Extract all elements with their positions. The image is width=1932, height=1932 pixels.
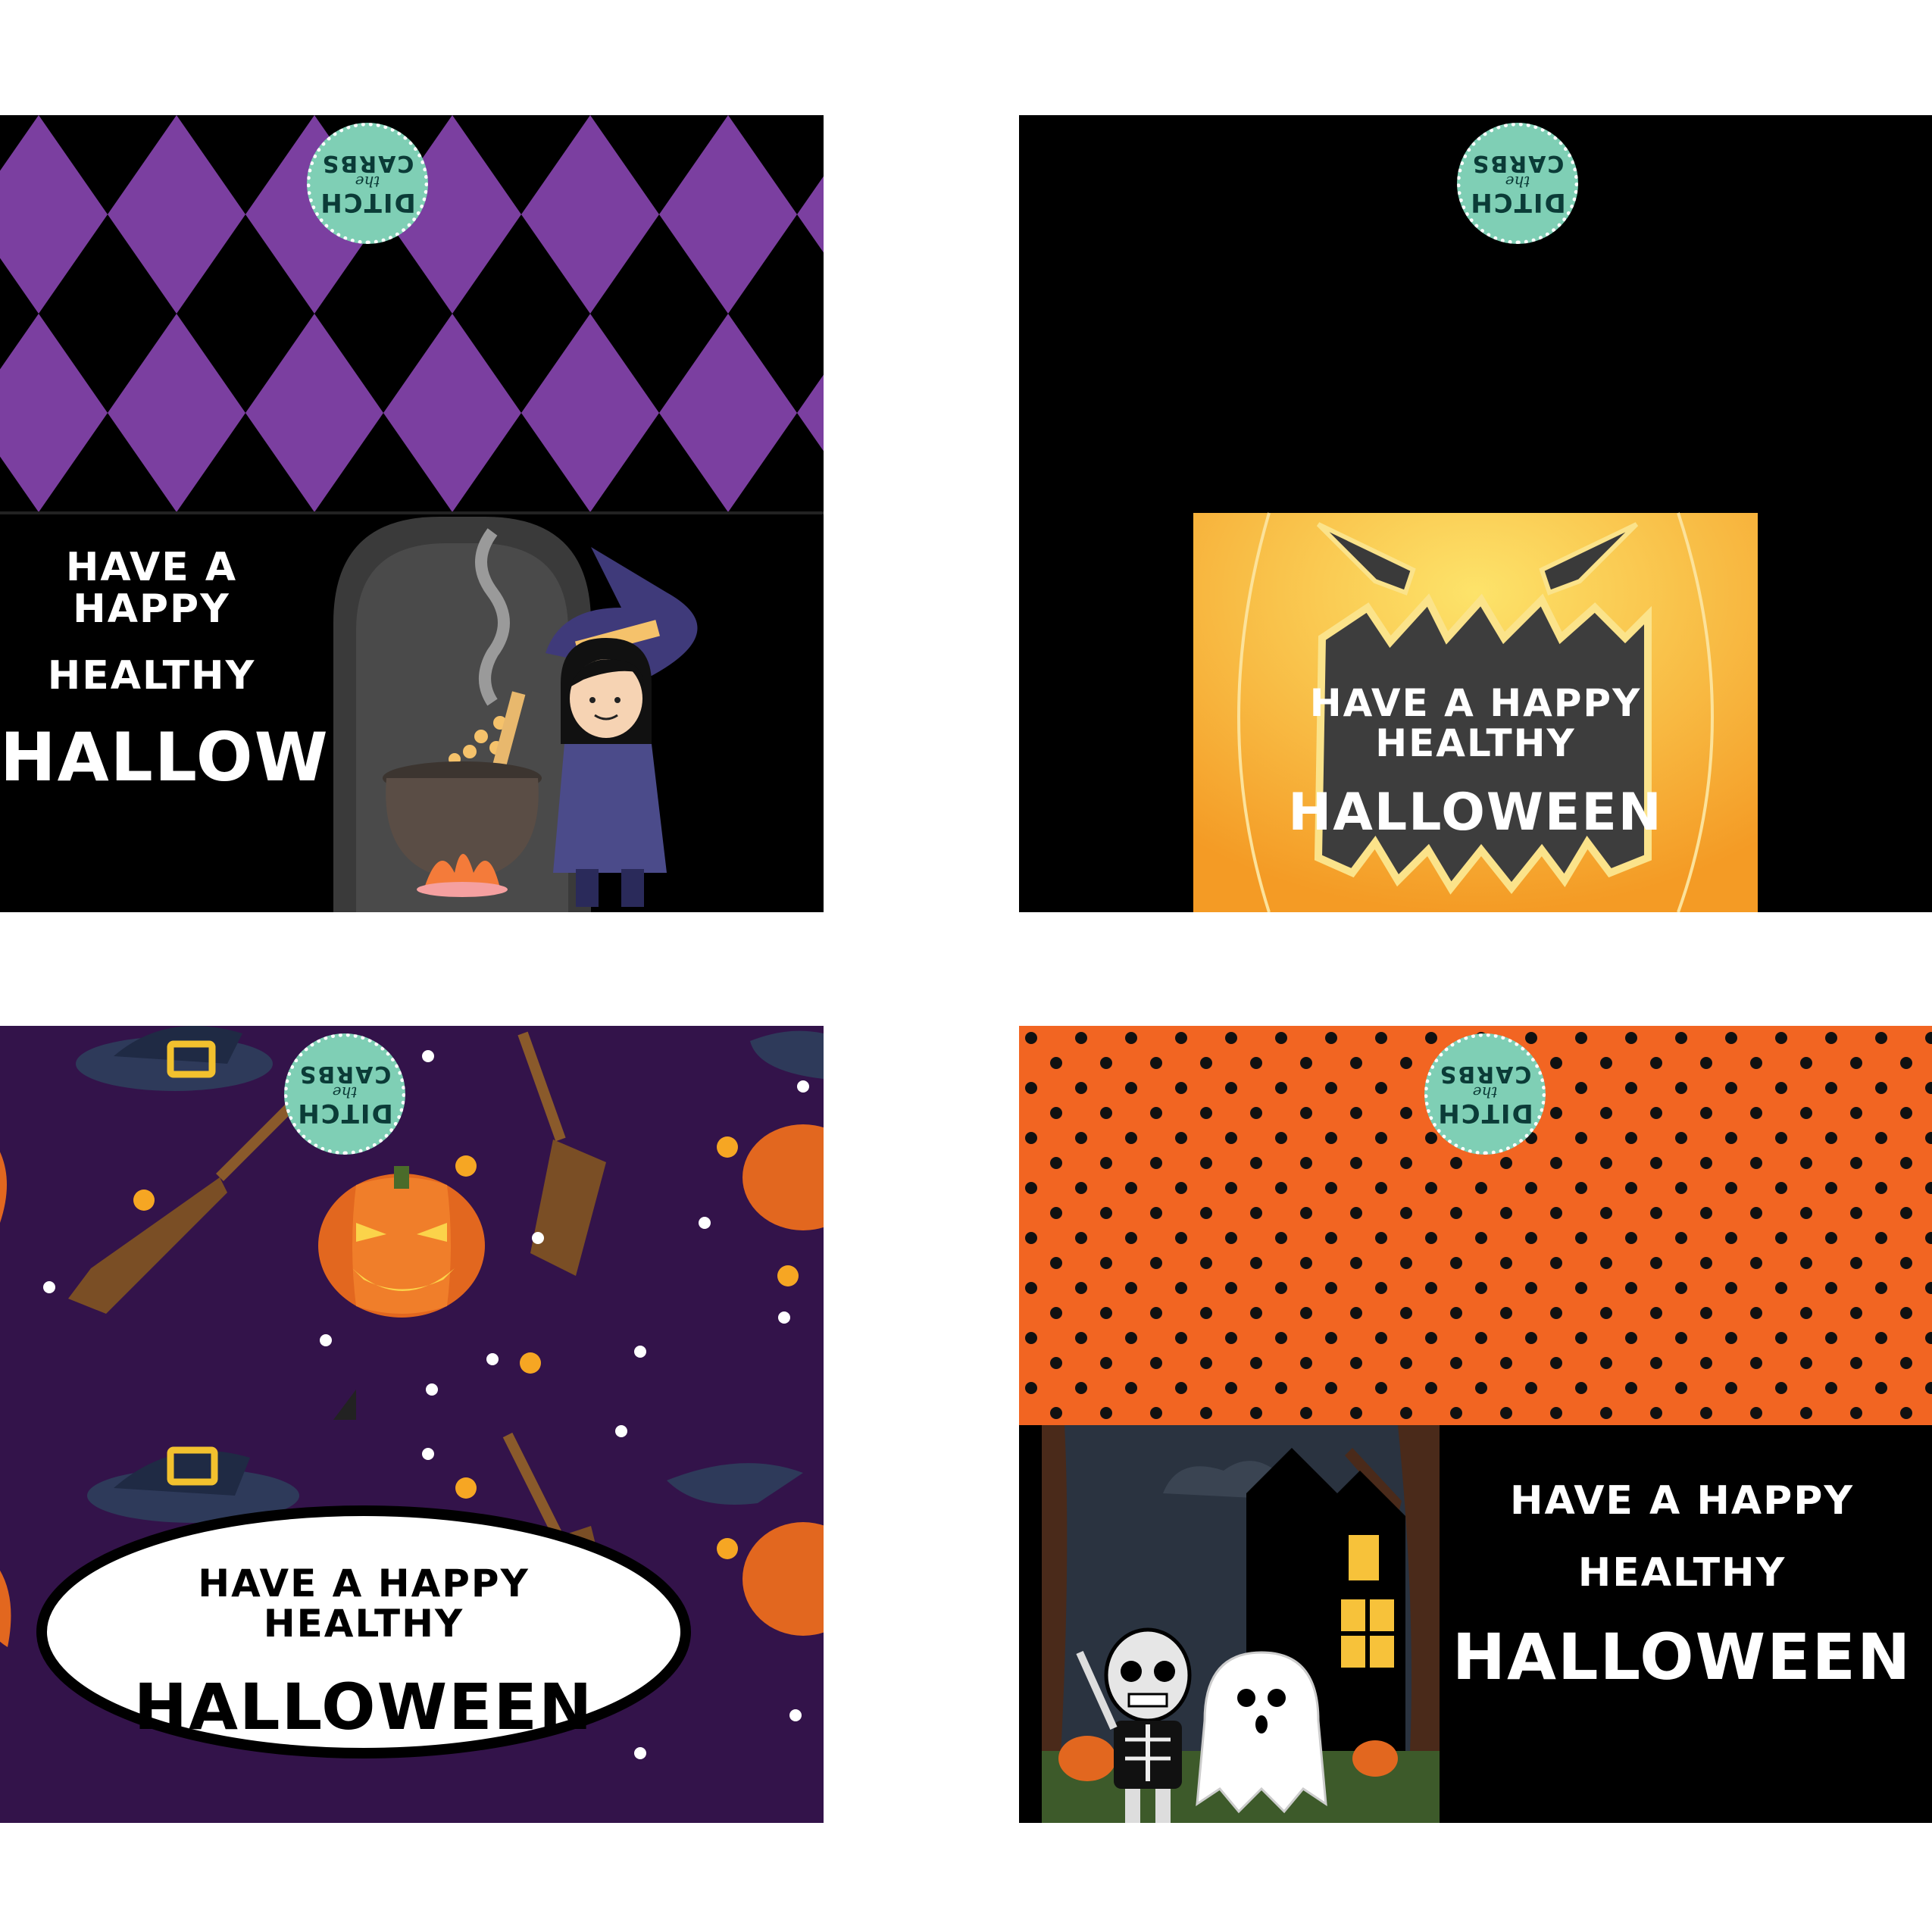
card-pumpkin: DITCH the CARBS HAVE A HAPPY HEALTHY HAL… bbox=[1019, 115, 1932, 912]
greeting-text: HAVE A HAPPY HEALTHY HALLOWEEN bbox=[1288, 681, 1663, 843]
ghost-icon bbox=[1196, 1651, 1327, 1814]
greeting-text: HAVE A HAPPY HEALTHY HALLOWEEN bbox=[0, 545, 481, 796]
ditch-the-carbs-logo: DITCH the CARBS bbox=[284, 1033, 405, 1155]
greeting-text: HAVE A HAPPY HEALTHY HALLOWEEN bbox=[1452, 1478, 1912, 1695]
ditch-the-carbs-logo: DITCH the CARBS bbox=[1424, 1033, 1546, 1155]
witch-cauldron-illustration bbox=[333, 517, 698, 912]
ditch-the-carbs-logo: DITCH the CARBS bbox=[307, 123, 428, 244]
card-polka: DITCH the CARBS HAVE A HAPPY HEALTHY HAL… bbox=[1019, 1026, 1932, 1823]
card-witch: DITCH the CARBS HAVE A HAPPY HEALTHY HAL… bbox=[0, 115, 824, 912]
haunted-house-illustration bbox=[1042, 1425, 1440, 1823]
card-broom: DITCH the CARBS HAVE A HAPPY HEALTHY HAL… bbox=[0, 1026, 824, 1823]
ditch-the-carbs-logo: DITCH the CARBS bbox=[1457, 123, 1578, 244]
greeting-text: HAVE A HAPPY HEALTHY HALLOWEEN bbox=[133, 1562, 594, 1744]
